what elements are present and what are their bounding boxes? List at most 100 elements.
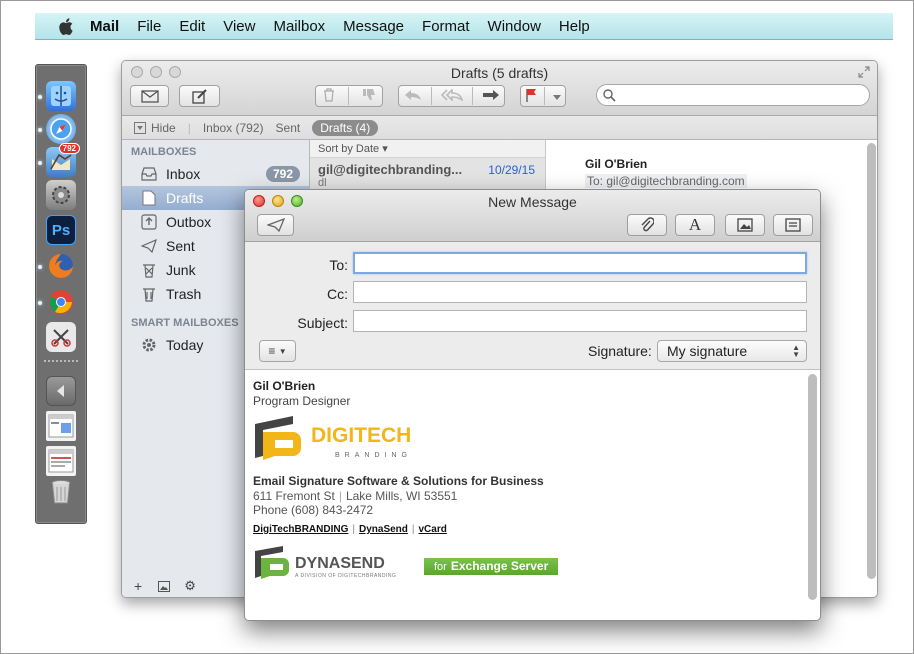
compose-toolbar: New Message A	[245, 190, 820, 242]
link-vcard[interactable]: vCard	[419, 524, 447, 535]
menu-mailbox[interactable]: Mailbox	[273, 18, 325, 35]
viewer-to-label: To:	[587, 174, 604, 188]
window-thumbnail-icon[interactable]	[46, 446, 76, 476]
divider	[430, 87, 432, 105]
mail-icon[interactable]: 792	[46, 143, 80, 177]
sidebar-item-label: Today	[166, 337, 204, 353]
menu-app-mail[interactable]: Mail	[90, 18, 119, 35]
chrome-icon[interactable]	[46, 287, 76, 317]
back-arrow-icon[interactable]	[46, 376, 76, 406]
menu-help[interactable]: Help	[559, 18, 590, 35]
attach-button[interactable]	[627, 214, 667, 236]
menu-window[interactable]: Window	[488, 18, 541, 35]
message-body[interactable]: Gil O'Brien Program Designer DIGITECH BR…	[245, 370, 820, 620]
signature-links: DigiTechBRANDING | DynaSend | vCard	[253, 524, 447, 535]
snipping-tool-icon[interactable]	[46, 322, 76, 352]
dynasend-text: DYNASEND	[295, 555, 385, 572]
fonts-button[interactable]: A	[675, 214, 715, 236]
finder-icon[interactable]	[46, 81, 76, 111]
running-indicator	[38, 95, 42, 99]
sidebar-item-label: Inbox	[166, 166, 201, 182]
trash-icon	[140, 285, 158, 303]
signature-label: Signature:	[588, 343, 652, 359]
link-digitechbranding[interactable]: DigiTechBRANDING	[253, 524, 348, 535]
signature-name: Gil O'Brien	[253, 379, 316, 393]
apple-menu-icon[interactable]	[54, 17, 78, 35]
menu-message[interactable]: Message	[343, 18, 404, 35]
stepper-arrows-icon: ▲ ▼	[792, 343, 800, 359]
sort-menu[interactable]: Sort by Date ▾	[310, 140, 545, 158]
menu-view[interactable]: View	[223, 18, 255, 35]
trash-icon[interactable]	[323, 87, 335, 105]
dynasend-logo: DYNASEND A DIVISION OF DIGITECHBRANDING	[253, 545, 425, 584]
menu-file[interactable]: File	[137, 18, 161, 35]
chevron-down-icon: ▼	[278, 346, 287, 356]
search-icon	[603, 89, 616, 102]
favorite-inbox[interactable]: Inbox (792)	[203, 121, 264, 135]
window-title: Drafts (5 drafts)	[450, 65, 549, 81]
body-scrollbar[interactable]	[808, 374, 817, 600]
window-thumbnail-icon[interactable]	[46, 411, 76, 441]
menu-edit[interactable]: Edit	[179, 18, 205, 35]
photo-icon	[737, 218, 753, 232]
system-preferences-icon[interactable]	[46, 180, 76, 210]
header-fields-menu-button[interactable]: ≡ ▼	[259, 340, 296, 362]
exchange-main: Exchange Server	[450, 559, 549, 573]
search-input[interactable]	[596, 84, 870, 106]
photoshop-icon[interactable]: Ps	[46, 215, 76, 245]
favorites-hide[interactable]: Hide	[151, 121, 176, 135]
divider: |	[187, 120, 191, 135]
flag-button[interactable]	[520, 85, 566, 107]
sidebar-item-inbox[interactable]: Inbox 792	[122, 162, 310, 186]
safari-icon[interactable]	[46, 114, 76, 144]
running-indicator	[38, 301, 42, 305]
signature-company: Email Signature Software & Solutions for…	[253, 474, 544, 488]
sort-label: Sort by Date	[318, 143, 380, 155]
reply-buttons	[398, 85, 505, 107]
mail-toolbar: Drafts (5 drafts)	[122, 61, 877, 116]
trash-icon[interactable]	[46, 477, 76, 507]
mailboxes-header: MAILBOXES	[131, 146, 197, 158]
mail-badge: 792	[58, 143, 80, 154]
firefox-icon[interactable]	[46, 251, 76, 281]
photo-browser-button[interactable]	[725, 214, 765, 236]
drafts-icon	[140, 189, 158, 207]
reply-icon[interactable]	[404, 89, 422, 104]
subject-field[interactable]	[353, 310, 807, 332]
divider	[544, 87, 546, 105]
signature-city: Lake Mills, WI 53551	[345, 489, 458, 503]
cc-label: Cc:	[327, 286, 348, 302]
list-item[interactable]: gil@digitechbranding... 10/29/15 dl	[310, 158, 545, 192]
format-bar-button[interactable]	[773, 214, 813, 236]
action-menu-button[interactable]: ⚙	[184, 578, 196, 594]
smart-mailboxes-header: SMART MAILBOXES	[131, 317, 239, 329]
gear-icon	[140, 336, 158, 354]
menu-bar: Mail File Edit View Mailbox Message Form…	[35, 13, 893, 40]
compose-button[interactable]	[179, 85, 220, 107]
add-mailbox-button[interactable]: +	[134, 578, 142, 594]
running-indicator	[38, 161, 42, 165]
forward-icon[interactable]	[482, 89, 500, 104]
thumbs-down-icon[interactable]	[362, 88, 376, 104]
reply-all-icon[interactable]	[440, 87, 463, 104]
get-mail-button[interactable]	[130, 85, 169, 107]
signature-select[interactable]: My signature ▲ ▼	[657, 340, 807, 362]
sidebar-item-label: Drafts	[166, 190, 204, 206]
logo-text-main: DIGITECH	[311, 424, 411, 447]
to-field[interactable]	[353, 252, 807, 274]
viewer-to-address: gil@digitechbranding.com	[606, 174, 745, 188]
divider: |	[352, 524, 355, 535]
favorites-bar: Hide | Inbox (792) Sent Drafts (4)	[122, 116, 877, 140]
viewer-scrollbar[interactable]	[867, 143, 876, 579]
link-dynasend[interactable]: DynaSend	[359, 524, 408, 535]
favorite-drafts[interactable]: Drafts (4)	[312, 119, 379, 136]
delete-junk-buttons	[315, 85, 383, 107]
photo-browser-icon[interactable]	[158, 580, 171, 592]
fullscreen-icon[interactable]	[858, 66, 870, 81]
hide-icon[interactable]	[134, 121, 146, 134]
send-button[interactable]	[257, 214, 294, 236]
dock: 792 Ps	[35, 64, 87, 524]
cc-field[interactable]	[353, 281, 807, 303]
menu-format[interactable]: Format	[422, 18, 470, 35]
favorite-sent[interactable]: Sent	[276, 121, 301, 135]
